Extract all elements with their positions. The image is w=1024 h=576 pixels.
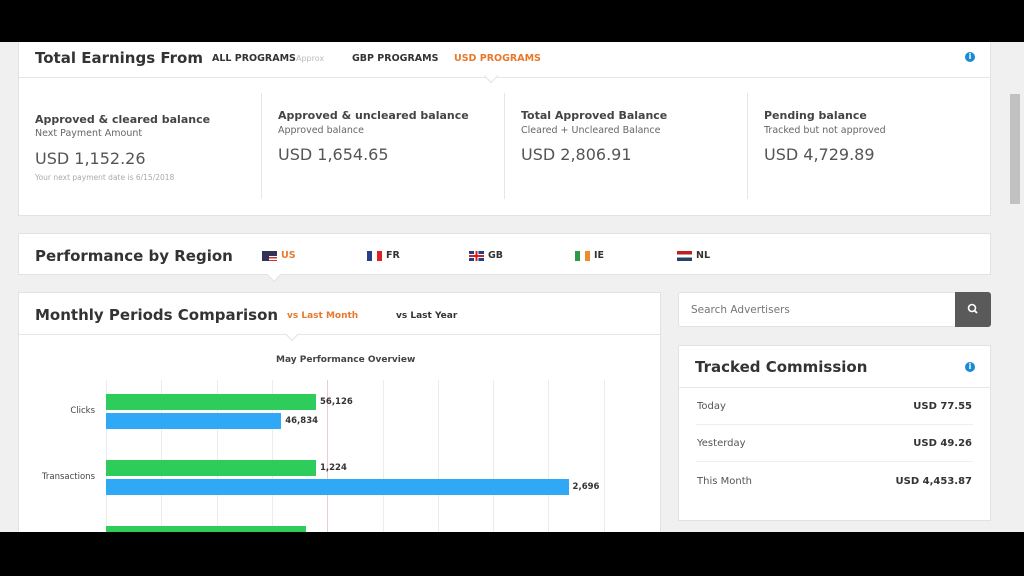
payment-date-note: Your next payment date is 6/15/2018 (35, 173, 175, 182)
earnings-title: Total Earnings From (35, 49, 203, 67)
approx-note: Approx (296, 54, 325, 63)
row-label: Yesterday (697, 438, 746, 449)
region-fr[interactable]: FR (367, 250, 400, 261)
monthly-title: Monthly Periods Comparison (35, 306, 279, 324)
search-button[interactable] (955, 292, 991, 327)
tracked-commission-card: Tracked Commission i Today USD 77.55 Yest… (678, 345, 991, 521)
tracked-title: Tracked Commission (695, 358, 868, 376)
balance-title: Approved & cleared balance (35, 113, 211, 126)
tab-usd-programs[interactable]: USD PROGRAMS (454, 53, 541, 64)
search-icon (967, 303, 978, 314)
tracked-row: Yesterday USD 49.26 (696, 425, 973, 462)
row-value: USD 77.55 (913, 401, 972, 412)
divider (504, 93, 505, 199)
fr-flag-icon (367, 250, 382, 261)
search-box (678, 292, 991, 327)
active-region-caret (266, 267, 282, 283)
tracked-row: Today USD 77.55 (696, 388, 973, 425)
active-tab-caret (284, 326, 300, 342)
region-label: GB (488, 250, 504, 261)
region-card: Performance by Region US FR GB IE NL (18, 233, 991, 283)
divider (747, 93, 748, 199)
monthly-card: Monthly Periods Comparison vs Last Month… (18, 292, 661, 532)
region-label: FR (386, 250, 400, 261)
tab-vs-last-year[interactable]: vs Last Year (396, 311, 457, 321)
balance-amount: USD 1,654.65 (278, 145, 389, 164)
tracked-row: This Month USD 4,453.87 (696, 463, 973, 500)
balance-title: Approved & uncleared balance (278, 109, 469, 122)
nl-flag-icon (677, 250, 692, 261)
row-value: USD 4,453.87 (895, 476, 972, 487)
balance-amount: USD 4,729.89 (764, 145, 875, 164)
region-us[interactable]: US (262, 250, 296, 261)
info-icon[interactable]: i (965, 52, 975, 62)
balance-subtitle: Approved balance (278, 125, 364, 136)
region-nl[interactable]: NL (677, 250, 710, 261)
chart-title: May Performance Overview (276, 355, 416, 365)
active-tab-caret (483, 68, 499, 84)
tab-gbp-programs[interactable]: GBP PROGRAMS (352, 53, 438, 64)
balance-subtitle: Tracked but not approved (764, 125, 886, 136)
region-ie[interactable]: IE (575, 250, 604, 261)
divider (261, 93, 262, 199)
divider (19, 77, 990, 78)
region-title: Performance by Region (35, 247, 233, 265)
balance-title: Total Approved Balance (521, 109, 668, 122)
search-input[interactable] (679, 293, 955, 326)
tab-vs-last-month[interactable]: vs Last Month (287, 311, 358, 321)
region-label: NL (696, 250, 711, 261)
row-label: Today (697, 401, 726, 412)
earnings-card: Total Earnings From ALL PROGRAMS Approx … (18, 42, 991, 216)
region-label: IE (594, 250, 605, 261)
divider (19, 334, 660, 335)
us-flag-icon (262, 250, 277, 261)
info-icon[interactable]: i (965, 362, 975, 372)
balance-amount: USD 1,152.26 (35, 149, 146, 168)
dashboard: Total Earnings From ALL PROGRAMS Approx … (0, 42, 1024, 532)
balance-subtitle: Next Payment Amount (35, 128, 143, 139)
balance-title: Pending balance (764, 109, 867, 122)
row-value: USD 49.26 (913, 438, 972, 449)
scrollbar-thumb[interactable] (1010, 94, 1020, 204)
tab-all-programs[interactable]: ALL PROGRAMS (212, 53, 296, 64)
region-label: US (281, 250, 296, 261)
region-gb[interactable]: GB (469, 250, 503, 261)
balance-subtitle: Cleared + Uncleared Balance (521, 125, 661, 136)
gb-flag-icon (469, 250, 484, 261)
row-label: This Month (697, 476, 752, 487)
balance-amount: USD 2,806.91 (521, 145, 632, 164)
ie-flag-icon (575, 250, 590, 261)
